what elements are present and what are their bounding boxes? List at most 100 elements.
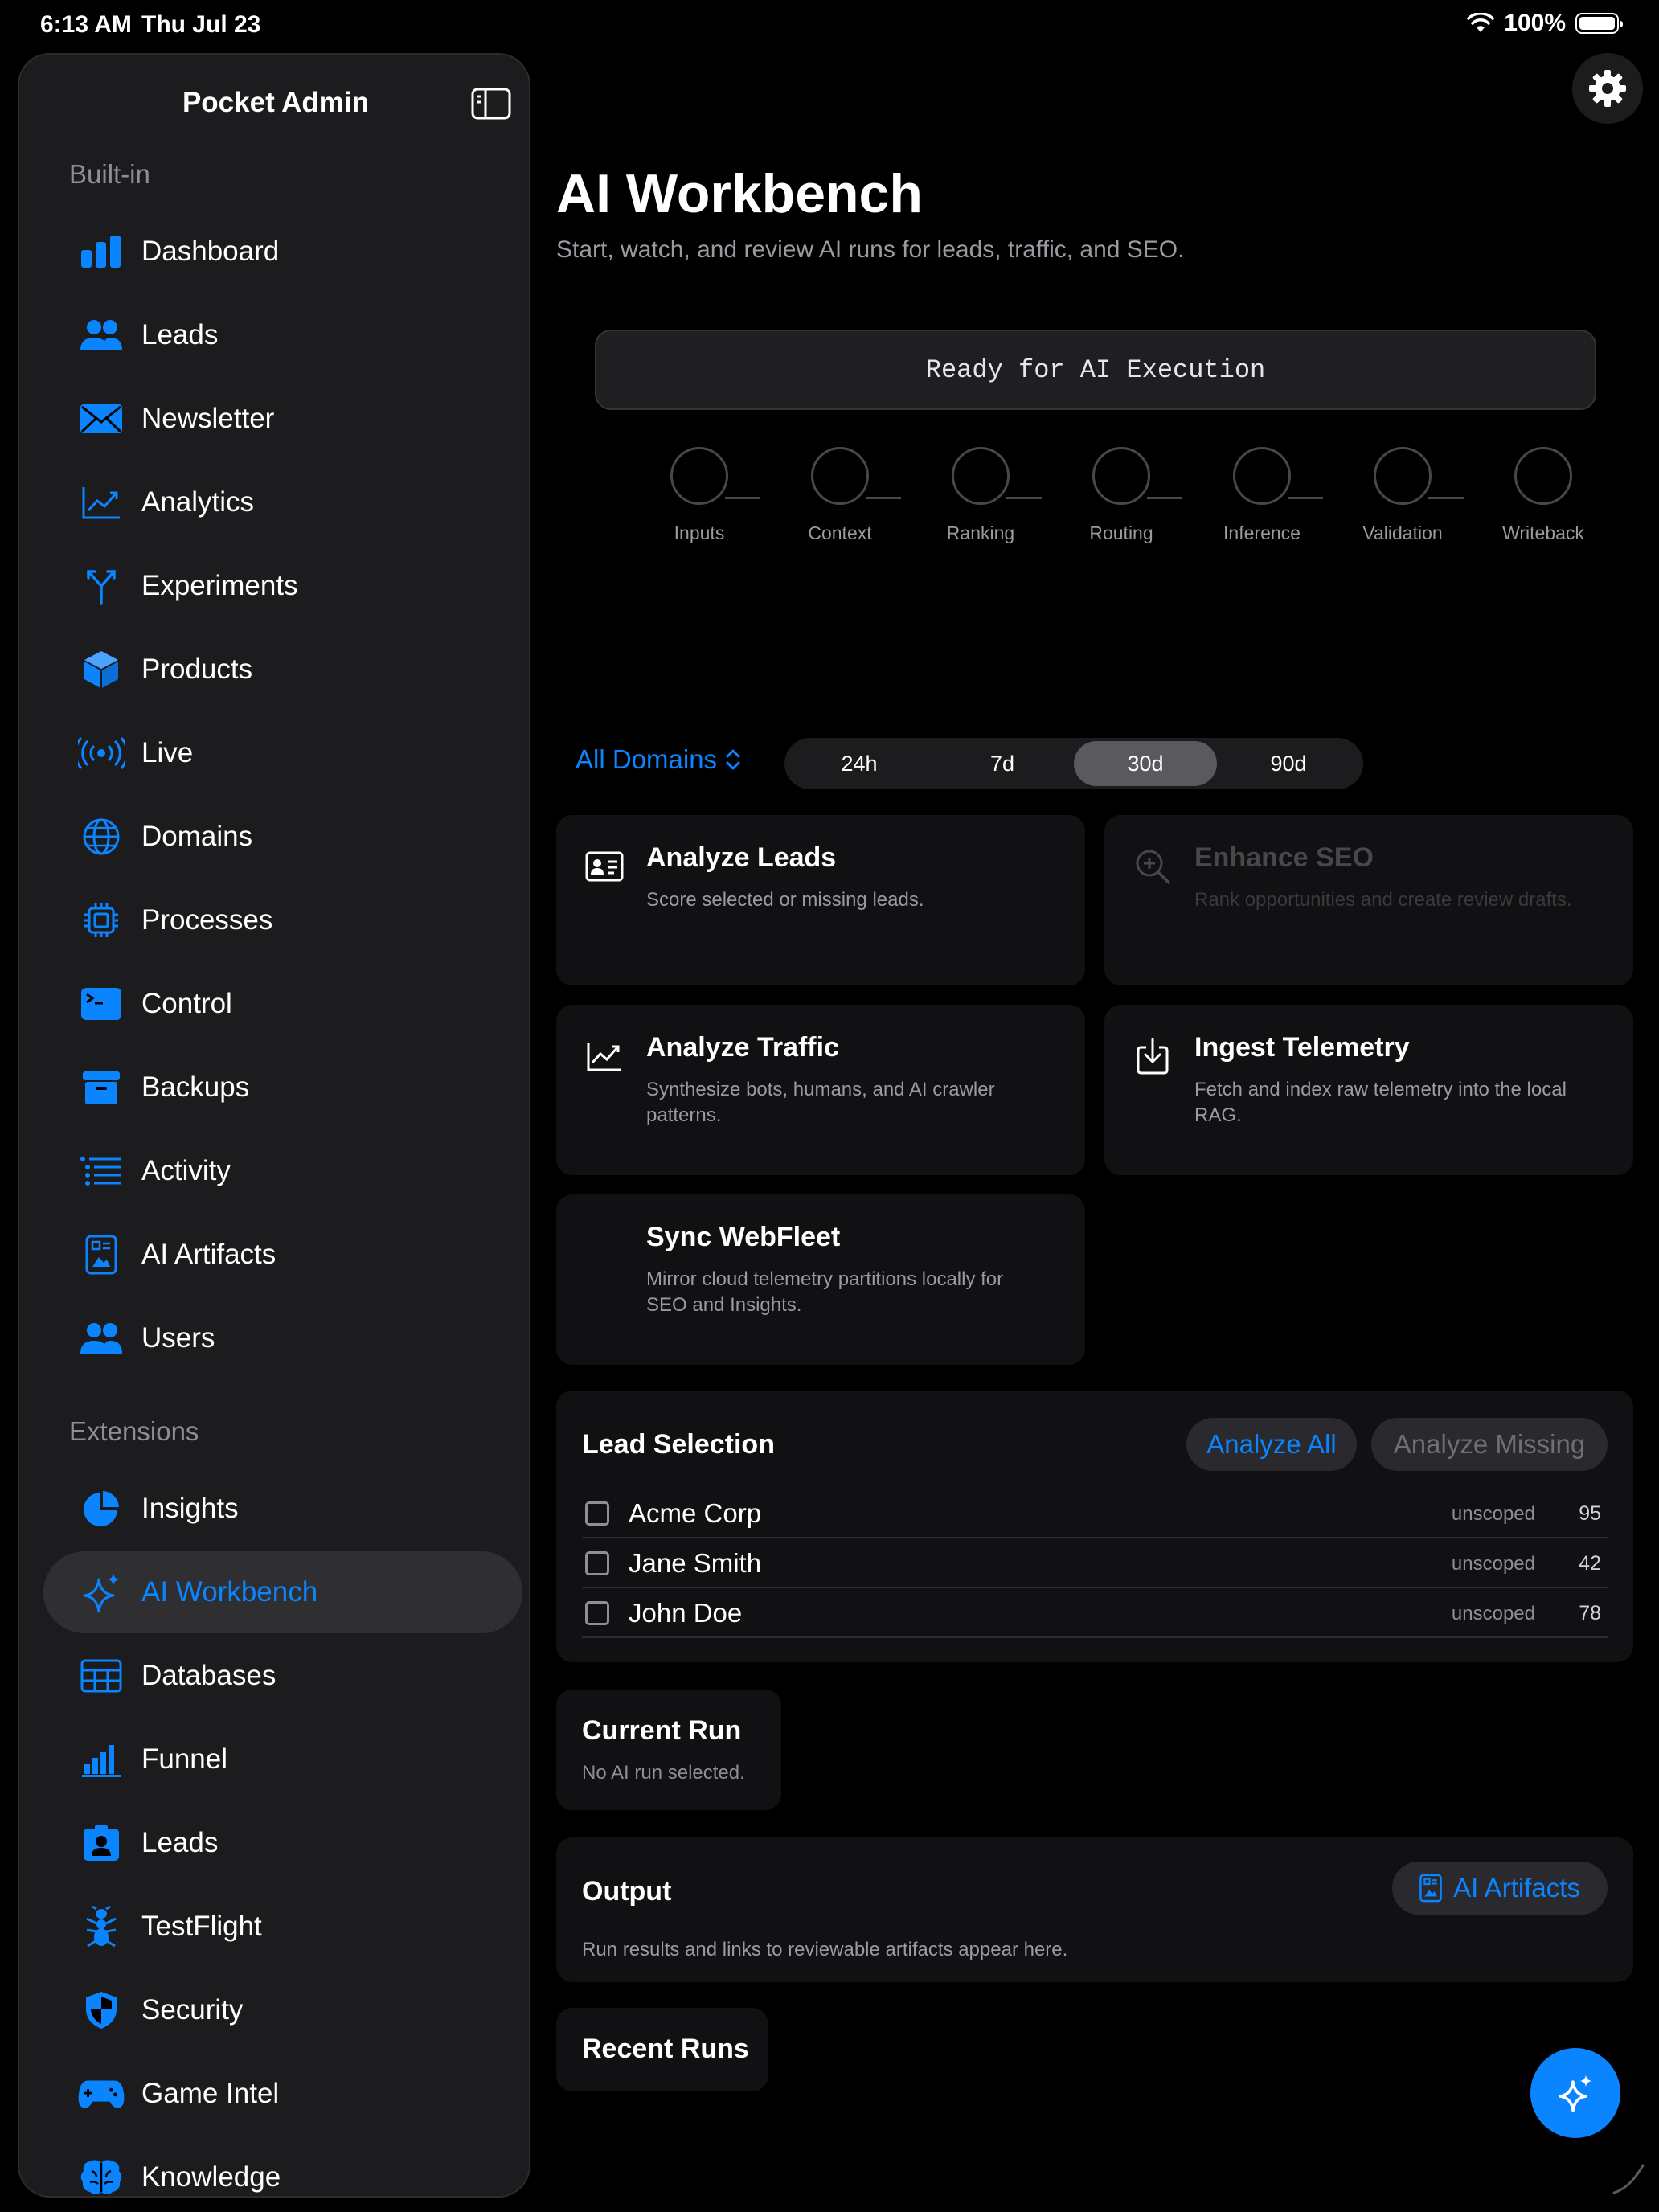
magnifier-plus-icon bbox=[1132, 846, 1174, 887]
ai-artifacts-button[interactable]: AI Artifacts bbox=[1392, 1862, 1608, 1915]
lead-scope: unscoped bbox=[1451, 1503, 1535, 1525]
stage-label: Inputs bbox=[674, 522, 725, 543]
sidebar-item-live[interactable]: Live bbox=[43, 712, 522, 794]
sidebar-item-ai-artifacts[interactable]: AI Artifacts bbox=[43, 1214, 522, 1296]
sidebar-item-label: Control bbox=[141, 988, 232, 1019]
sidebar-item-game-intel[interactable]: Game Intel bbox=[43, 2053, 522, 2135]
sidebar-item-label: Live bbox=[141, 737, 194, 768]
envelope-icon bbox=[77, 395, 125, 443]
card-title: Analyze Traffic bbox=[646, 1032, 839, 1063]
table-icon bbox=[77, 1652, 125, 1700]
card-title: Enhance SEO bbox=[1194, 842, 1374, 873]
trend-line-icon bbox=[584, 1035, 625, 1077]
gamecontroller-icon bbox=[77, 2070, 125, 2118]
sidebar-item-testflight[interactable]: TestFlight bbox=[43, 1886, 522, 1968]
sidebar-item-control[interactable]: Control bbox=[43, 963, 522, 1045]
stage-label: Writeback bbox=[1502, 522, 1584, 543]
lead-score: 95 bbox=[1579, 1502, 1601, 1525]
sidebar-item-products[interactable]: Products bbox=[43, 629, 522, 711]
range-7d[interactable]: 7d bbox=[931, 741, 1074, 786]
current-run-panel: Current Run No AI run selected. bbox=[556, 1690, 781, 1810]
lead-checkbox[interactable] bbox=[585, 1551, 609, 1575]
table-row[interactable]: Jane Smith unscoped 42 bbox=[582, 1538, 1608, 1588]
lead-checkbox[interactable] bbox=[585, 1501, 609, 1526]
sidebar-title: Pocket Admin bbox=[182, 87, 370, 118]
sidebar-item-funnel[interactable]: Funnel bbox=[43, 1718, 522, 1800]
sidebar-item-label: Products bbox=[141, 653, 253, 685]
lead-checkbox[interactable] bbox=[585, 1601, 609, 1625]
pie-chart-icon bbox=[77, 1485, 125, 1533]
sidebar-item-knowledge[interactable]: Knowledge bbox=[43, 2136, 522, 2196]
analyze-missing-button[interactable]: Analyze Missing bbox=[1371, 1418, 1608, 1471]
settings-button[interactable] bbox=[1572, 53, 1643, 124]
range-30d[interactable]: 30d bbox=[1074, 741, 1217, 786]
chevron-up-down-icon bbox=[726, 749, 740, 770]
pipeline-connector bbox=[725, 497, 760, 499]
sidebar-item-newsletter[interactable]: Newsletter bbox=[43, 378, 522, 460]
analyze-all-button[interactable]: Analyze All bbox=[1186, 1418, 1357, 1471]
lead-name: Acme Corp bbox=[629, 1498, 762, 1528]
sidebar-toggle-button[interactable] bbox=[460, 72, 522, 135]
sidebar-item-insights[interactable]: Insights bbox=[43, 1468, 522, 1550]
range-90d[interactable]: 90d bbox=[1217, 741, 1360, 786]
pipeline-connector bbox=[1288, 497, 1323, 499]
recent-runs-panel: Recent Runs bbox=[556, 2008, 768, 2091]
lead-name: John Doe bbox=[629, 1598, 743, 1628]
lead-scope: unscoped bbox=[1451, 1603, 1535, 1624]
sync-webfleet-card[interactable]: Sync WebFleet Mirror cloud telemetry par… bbox=[556, 1194, 1085, 1365]
status-date: Thu Jul 23 bbox=[141, 11, 261, 38]
sidebar-item-analytics[interactable]: Analytics bbox=[43, 461, 522, 543]
pipeline-connector bbox=[1006, 497, 1042, 499]
card-title: Analyze Leads bbox=[646, 842, 837, 873]
analyze-traffic-card[interactable]: Analyze Traffic Synthesize bots, humans,… bbox=[556, 1005, 1085, 1175]
table-row[interactable]: John Doe unscoped 78 bbox=[582, 1588, 1608, 1638]
domain-picker[interactable]: All Domains bbox=[576, 744, 741, 775]
analyze-leads-card[interactable]: Analyze Leads Score selected or missing … bbox=[556, 815, 1085, 985]
new-ai-run-button[interactable] bbox=[1530, 2048, 1620, 2138]
ant-icon bbox=[77, 1903, 125, 1951]
brain-icon bbox=[77, 2153, 125, 2196]
card-description: Synthesize bots, humans, and AI crawler … bbox=[646, 1079, 995, 1126]
sidebar-item-label: Databases bbox=[141, 1660, 276, 1691]
card-title: Sync WebFleet bbox=[646, 1222, 841, 1252]
lead-scope: unscoped bbox=[1451, 1553, 1535, 1575]
stage-indicator bbox=[670, 447, 728, 505]
sidebar-item-backups[interactable]: Backups bbox=[43, 1047, 522, 1129]
trend-line-icon bbox=[77, 478, 125, 526]
sidebar-item-leads[interactable]: Leads bbox=[43, 294, 522, 376]
page-subtitle: Start, watch, and review AI runs for lea… bbox=[556, 236, 1185, 263]
output-text: Run results and links to reviewable arti… bbox=[582, 1939, 1068, 1960]
archive-box-icon bbox=[77, 1063, 125, 1112]
contact-card-icon bbox=[77, 1819, 125, 1867]
funnel-bars-icon bbox=[77, 1735, 125, 1784]
sidebar-item-users[interactable]: Users bbox=[43, 1297, 522, 1379]
pencil-indicator-icon bbox=[1612, 2164, 1645, 2194]
panel-title: Output bbox=[582, 1876, 672, 1907]
chart-bar-icon bbox=[77, 227, 125, 276]
sidebar-item-leads-ext[interactable]: Leads bbox=[43, 1802, 522, 1884]
table-row[interactable]: Acme Corp unscoped 95 bbox=[582, 1489, 1608, 1538]
range-24h[interactable]: 24h bbox=[788, 741, 931, 786]
sidebar-item-dashboard[interactable]: Dashboard bbox=[43, 211, 522, 293]
panel-title: Lead Selection bbox=[582, 1429, 775, 1460]
pipeline-stage-writeback: Writeback bbox=[1479, 447, 1608, 544]
sidebar-item-ai-workbench[interactable]: AI Workbench bbox=[43, 1551, 522, 1633]
ingest-telemetry-card[interactable]: Ingest Telemetry Fetch and index raw tel… bbox=[1104, 1005, 1633, 1175]
stage-label: Inference bbox=[1223, 522, 1301, 543]
sidebar-item-label: Backups bbox=[141, 1071, 250, 1103]
people-icon bbox=[77, 1314, 125, 1362]
sidebar-item-security[interactable]: Security bbox=[43, 1969, 522, 2051]
pipeline-stage-context: Context bbox=[776, 447, 904, 544]
sidebar-item-experiments[interactable]: Experiments bbox=[43, 545, 522, 627]
domain-picker-label: All Domains bbox=[576, 744, 718, 774]
sidebar-item-label: Insights bbox=[141, 1493, 239, 1524]
enhance-seo-card[interactable]: Enhance SEO Rank opportunities and creat… bbox=[1104, 815, 1633, 985]
sidebar-item-label: Analytics bbox=[141, 486, 255, 518]
card-description: Score selected or missing leads. bbox=[646, 889, 924, 911]
pipeline-stage-validation: Validation bbox=[1338, 447, 1467, 544]
section-label-extensions: Extensions bbox=[69, 1416, 199, 1446]
sidebar-item-activity[interactable]: Activity bbox=[43, 1130, 522, 1212]
sidebar-item-domains[interactable]: Domains bbox=[43, 796, 522, 878]
sidebar-item-databases[interactable]: Databases bbox=[43, 1635, 522, 1717]
sidebar-item-processes[interactable]: Processes bbox=[43, 879, 522, 961]
